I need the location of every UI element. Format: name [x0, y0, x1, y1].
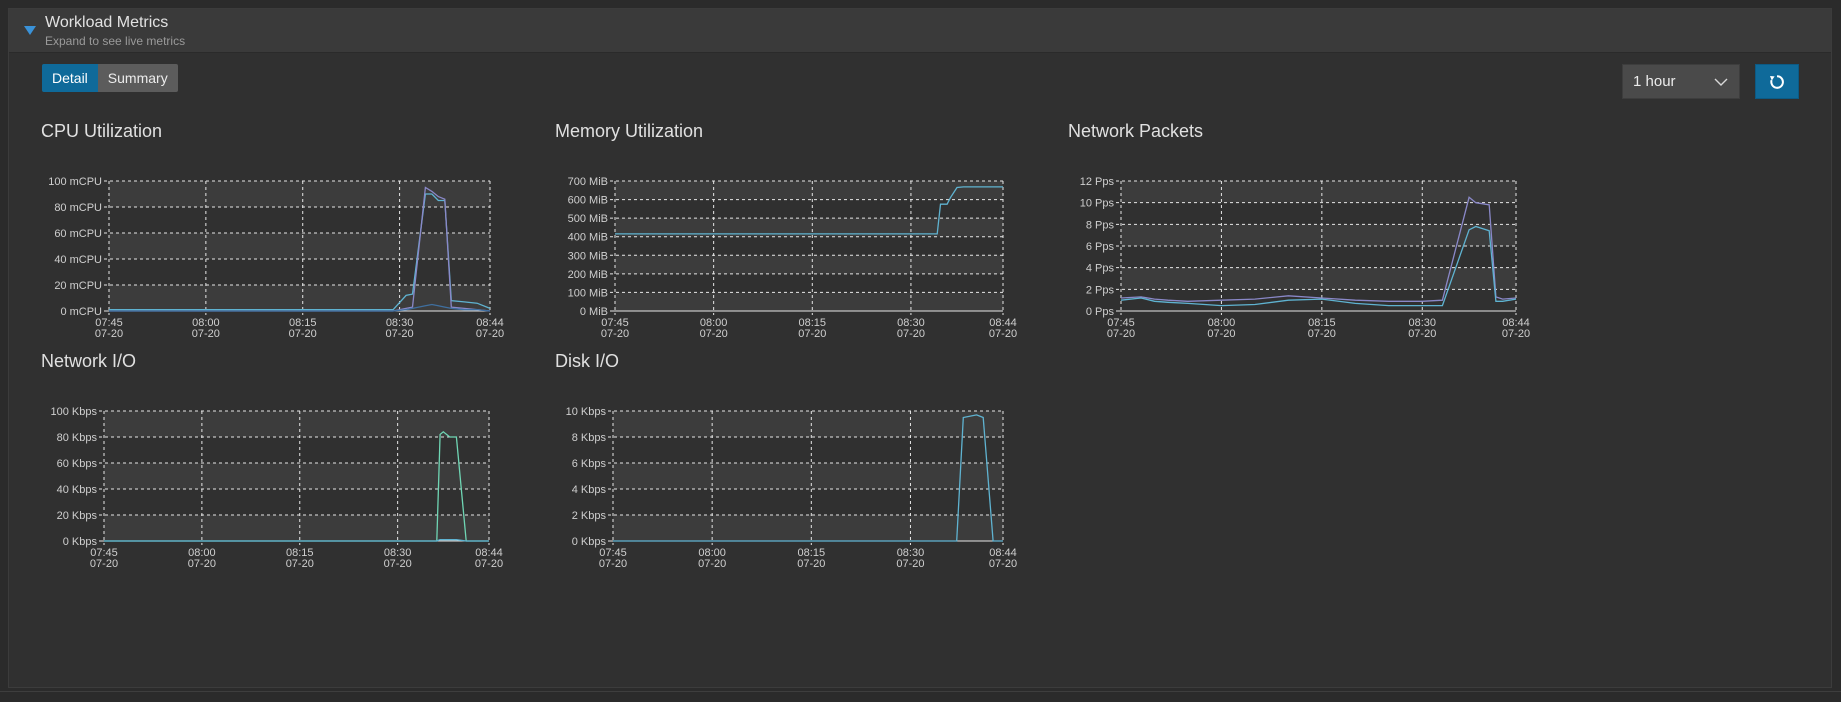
x-tick-label: 07-20 [798, 328, 826, 340]
grid-band [613, 411, 1003, 437]
y-tick-label: 20 mCPU [54, 280, 102, 292]
y-tick-label: 100 Kbps [51, 406, 98, 418]
y-tick-label: 100 mCPU [48, 176, 102, 188]
panel-subtitle: Expand to see live metrics [45, 34, 186, 48]
x-tick-label: 07-20 [386, 328, 414, 340]
x-tick-label: 07-20 [1207, 328, 1235, 340]
x-tick-label: 07-20 [700, 328, 728, 340]
y-tick-label: 2 Pps [1086, 284, 1115, 296]
grid-band [1121, 267, 1516, 290]
y-tick-label: 80 mCPU [54, 202, 102, 214]
x-tick-label: 07-20 [192, 328, 220, 340]
y-tick-label: 40 Kbps [57, 484, 98, 496]
x-tick-label: 07-20 [797, 558, 825, 570]
y-tick-label: 2 Kbps [572, 510, 607, 522]
y-tick-label: 60 Kbps [57, 458, 98, 470]
y-tick-label: 400 MiB [568, 232, 608, 244]
x-tick-label: 07-20 [384, 558, 412, 570]
y-tick-label: 6 Pps [1086, 241, 1115, 253]
x-tick-label: 07-20 [1502, 328, 1530, 340]
y-tick-label: 700 MiB [568, 176, 608, 188]
detail-button[interactable]: Detail [42, 64, 98, 92]
summary-button[interactable]: Summary [97, 64, 178, 92]
caret-down-icon[interactable] [24, 26, 36, 35]
chart-plot: 100 Kbps80 Kbps60 Kbps40 Kbps20 Kbps0 Kb… [51, 406, 504, 570]
x-tick-label: 07-20 [989, 328, 1017, 340]
panel-bottom-border [0, 691, 1841, 692]
x-tick-label: 07-20 [95, 328, 123, 340]
grid-band [615, 255, 1003, 274]
y-tick-label: 40 mCPU [54, 254, 102, 266]
chart-plot: 700 MiB 600 MiB 500 MiB 400 MiB 300 MiB 200 M… [568, 176, 1017, 340]
x-tick-label: 07-20 [897, 328, 925, 340]
y-tick-label: 8 Kbps [572, 432, 607, 444]
refresh-button[interactable] [1755, 64, 1799, 99]
grid-band [104, 463, 489, 489]
chart-title: CPU Utilization [41, 121, 163, 141]
chart-1: CPU Utilization 100 mCPU 80 mCPU 60 mCPU 40 … [41, 121, 601, 361]
x-tick-label: 07-20 [1408, 328, 1436, 340]
grid-band [615, 292, 1003, 311]
y-tick-label: 200 MiB [568, 269, 608, 281]
x-tick-label: 07-20 [289, 328, 317, 340]
y-tick-label: 100 MiB [568, 287, 608, 299]
x-tick-label: 07-20 [698, 558, 726, 570]
y-tick-label: 500 MiB [568, 213, 608, 225]
chart-title: Network Packets [1068, 121, 1204, 141]
panel-header[interactable]: Workload Metrics Expand to see live metr… [9, 9, 1831, 53]
y-tick-label: 80 Kbps [57, 432, 98, 444]
chart-plot: 12 Pps10 Pps8 Pps6 Pps4 Pps2 Pps0 Pps07:… [1080, 176, 1530, 340]
x-tick-label: 07-20 [896, 558, 924, 570]
y-tick-label: 8 Pps [1086, 219, 1115, 231]
y-tick-label: 20 Kbps [57, 510, 98, 522]
chart-2: Memory Utilization 700 MiB 600 MiB 500 MiB 4… [555, 121, 1115, 361]
x-tick-label: 07-20 [188, 558, 216, 570]
y-tick-label: 4 Pps [1086, 263, 1115, 275]
chart-title: Memory Utilization [555, 121, 704, 141]
refresh-icon [1770, 75, 1784, 89]
chart-title: Network I/O [41, 351, 137, 371]
chart-4: Network I/O 100 Kbps 80 Kbps 60 Kbps 40 Kbps… [41, 351, 601, 591]
x-tick-label: 07-20 [90, 558, 118, 570]
y-tick-label: 4 Kbps [572, 484, 607, 496]
grid-band [109, 285, 490, 311]
x-tick-label: 07-20 [1308, 328, 1336, 340]
grid-band [613, 463, 1003, 489]
view-toggle: Detail Summary [42, 64, 178, 92]
x-tick-label: 07-20 [1107, 328, 1135, 340]
chart-5: Disk I/O 10 Kbps 8 Kbps 6 Kbps 4 Kbps 2 Kbps 0… [555, 351, 1115, 591]
y-tick-label: 300 MiB [568, 250, 608, 262]
y-tick-label: 60 mCPU [54, 228, 102, 240]
chevron-down-icon [1714, 78, 1728, 86]
chart-plot: 10 Kbps8 Kbps6 Kbps4 Kbps2 Kbps0 Kbps07:… [566, 406, 1017, 570]
grid-band [615, 181, 1003, 200]
chart-3: Network Packets 12 Pps 10 Pps 8 Pps 6 Pps 4 P… [1068, 121, 1628, 361]
x-tick-label: 07-20 [476, 328, 504, 340]
panel-title: Workload Metrics [45, 14, 169, 31]
grid-band [109, 181, 490, 207]
x-tick-label: 07-20 [601, 328, 629, 340]
grid-band [104, 515, 489, 541]
y-tick-label: 6 Kbps [572, 458, 607, 470]
time-range-select[interactable]: 1 hour [1622, 64, 1740, 99]
x-tick-label: 07-20 [989, 558, 1017, 570]
y-tick-label: 10 Pps [1080, 198, 1115, 210]
y-tick-label: 10 Kbps [566, 406, 607, 418]
grid-band [104, 411, 489, 437]
x-tick-label: 07-20 [475, 558, 503, 570]
chart-plot: 100 mCPU80 mCPU60 mCPU40 mCPU20 mCPU0 mC… [48, 176, 504, 340]
y-tick-label: 600 MiB [568, 195, 608, 207]
chart-title: Disk I/O [555, 351, 620, 371]
grid-band [1121, 181, 1516, 203]
x-tick-label: 07-20 [599, 558, 627, 570]
grid-band [613, 515, 1003, 541]
grid-band [109, 233, 490, 259]
time-range-value: 1 hour [1633, 73, 1676, 90]
x-tick-label: 07-20 [286, 558, 314, 570]
y-tick-label: 12 Pps [1080, 176, 1115, 188]
